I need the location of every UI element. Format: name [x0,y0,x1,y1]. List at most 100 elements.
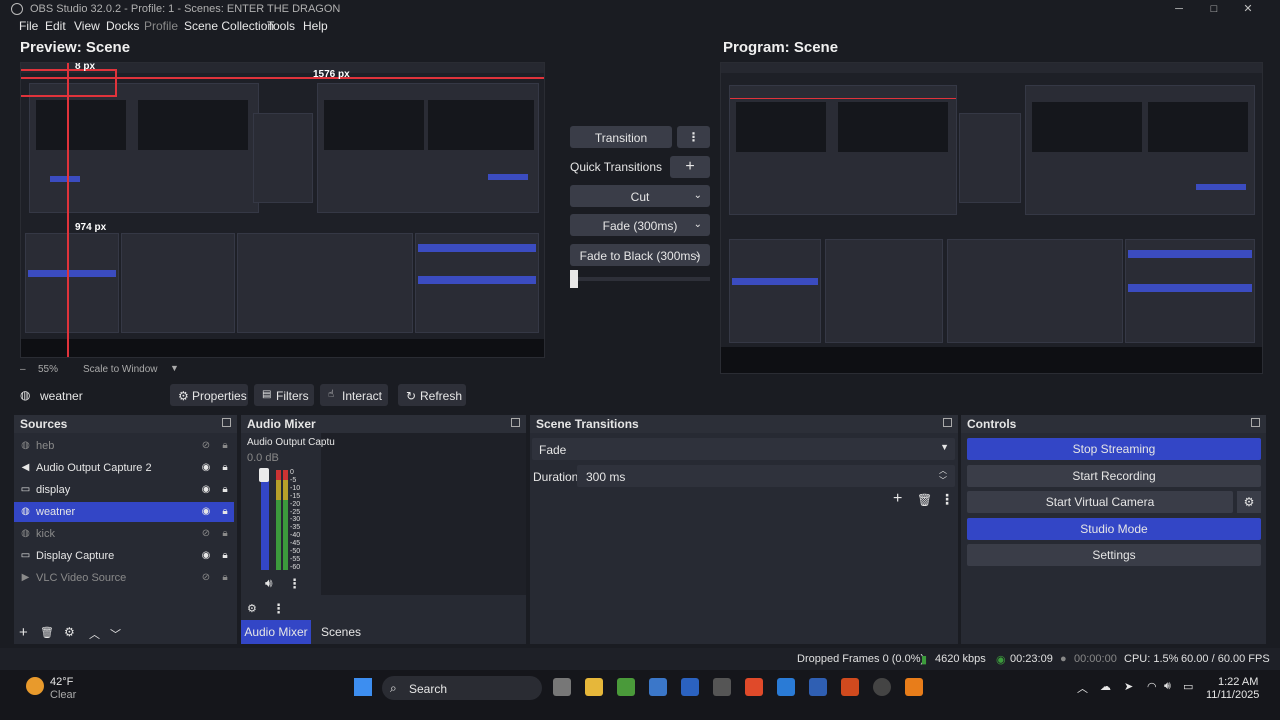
source-item[interactable]: ▶ VLC Video Source ⊘ 🔒︎ [14,568,234,588]
tbar-handle[interactable] [570,270,578,288]
transition-select[interactable]: Fade ▼ [532,438,955,460]
source-item[interactable]: ▭ display ◉ 🔒︎ [14,480,234,500]
transition-options-icon[interactable]: ⋮ [940,491,954,508]
wifi-icon[interactable]: ◠ [1147,680,1157,693]
clock-time[interactable]: 1:22 AM [1218,676,1258,688]
moon-weather-icon [26,677,44,695]
azure-icon[interactable] [809,678,827,696]
menu-edit[interactable]: Edit [45,19,66,33]
settings-button[interactable]: Settings [967,544,1261,566]
source-item[interactable]: ◀ Audio Output Capture 2 ◉ 🔒︎ [14,458,234,478]
tbar-track[interactable] [570,277,710,281]
azure-data-icon[interactable] [681,678,699,696]
nested-scene-transitions [947,239,1123,343]
volume-slider-handle[interactable] [259,468,269,482]
start-recording-button[interactable]: Start Recording [967,465,1261,487]
menu-docks[interactable]: Docks [106,19,139,33]
nested-scene-transitions [237,233,413,333]
obs-taskbar-icon[interactable] [873,678,891,696]
undock-icon[interactable] [511,418,520,427]
add-quick-transition-icon[interactable]: + [670,156,710,178]
tab-audio-mixer[interactable]: Audio Mixer [241,620,311,644]
transition-menu-icon[interactable]: ⋮ [677,126,710,148]
menu-file[interactable]: File [19,19,38,33]
refresh-button[interactable]: ↻ Refresh [398,384,466,406]
brave-browser-icon[interactable] [745,678,763,696]
windows-start-icon[interactable] [354,678,372,696]
speaker-icon: ◀ [21,462,30,473]
cloud-icon[interactable]: ☁ [1100,680,1111,693]
properties-button[interactable]: ⚙ Properties [170,384,248,406]
stop-streaming-button[interactable]: Stop Streaming [967,438,1261,460]
add-transition-icon[interactable]: + [893,490,902,508]
fps: 60.00 / 60.00 FPS [1181,653,1270,665]
menu-scene-collection[interactable]: Scene Collection [184,19,274,33]
trash-icon[interactable]: 🗑︎ [917,493,932,507]
undock-icon[interactable] [943,418,952,427]
menu-tools[interactable]: Tools [267,19,295,33]
app-icon[interactable] [713,678,731,696]
source-item[interactable]: ◍ kick ⊘ 🔒︎ [14,524,234,544]
tray-chevron-up-icon[interactable]: ︿ [1077,680,1088,696]
speaker-icon[interactable]: 🔊︎ [265,576,273,591]
vlc-icon[interactable] [905,678,923,696]
maximize-button[interactable]: □ [1207,2,1221,16]
trash-icon[interactable]: 🗑︎ [40,626,54,639]
undock-icon[interactable] [1251,418,1260,427]
filter-icon: ▤ [262,389,272,400]
minimize-button[interactable]: ─ [1172,2,1186,16]
gear-icon[interactable]: ⚙ [64,625,75,639]
source-item[interactable]: ◍ heb ⊘ 🔒︎ [14,436,234,456]
nested-mixer [121,233,235,333]
source-item-selected[interactable]: ◍ weatner ◉ 🔒︎ [14,502,234,522]
chevron-up-icon[interactable]: ︿ [89,626,100,642]
battery-icon[interactable]: ▭ [1183,680,1193,693]
file-explorer-icon[interactable] [585,678,603,696]
calculator-icon[interactable] [649,678,667,696]
duration-input[interactable]: 300 ms ︿ ﹀ [577,465,955,487]
mixer-settings-icon[interactable]: ⚙ [247,602,257,615]
clock-date[interactable]: 11/11/2025 [1206,689,1259,701]
filters-button[interactable]: ▤ Filters [254,384,314,406]
chevron-down-icon[interactable]: ﹀ [110,626,121,642]
nested-sources [25,233,119,333]
window-title: OBS Studio 32.0.2 - Profile: 1 - Scenes:… [30,3,341,15]
undock-icon[interactable] [222,418,231,427]
interact-button[interactable]: ☝ Interact [320,384,388,406]
transition-button[interactable]: Transition [570,126,672,148]
taskbar-search[interactable]: ⌕ Search [382,676,542,700]
bbox-top [21,69,117,71]
send-icon[interactable]: ➤ [1124,680,1133,693]
add-source-icon[interactable]: + [19,624,28,641]
scale-dropdown-icon[interactable]: ▼ [170,363,179,373]
vscode-icon[interactable] [777,678,795,696]
mixer-options-icon[interactable]: ⋮ [272,601,285,617]
task-view-icon[interactable] [553,678,571,696]
quick-transition-cut[interactable]: Cut ⌄ [570,185,710,207]
preview-canvas[interactable]: 8 px 1576 px 974 px [20,62,545,358]
volume-icon[interactable]: 🔊︎ [1164,680,1171,693]
measure-bottom-label: 974 px [75,222,107,233]
quick-transition-fade[interactable]: Fade (300ms) ⌄ [570,214,710,236]
menu-view[interactable]: View [74,19,100,33]
zoom-level[interactable]: 55% [38,364,58,375]
close-button[interactable]: ✕ [1241,2,1255,16]
virtual-camera-settings-icon[interactable]: ⚙ [1237,491,1261,513]
title-bar: OBS Studio 32.0.2 - Profile: 1 - Scenes:… [0,0,1280,18]
stream-live-icon: ◉ [996,654,1006,666]
quick-transition-fade-black[interactable]: Fade to Black (300ms) ⌄ [570,244,710,266]
lock-icon: 🔒︎ [222,528,228,539]
volume-slider-track[interactable] [261,470,269,570]
nested-controls [1125,239,1255,343]
menu-help[interactable]: Help [303,19,328,33]
menu-profile[interactable]: Profile [144,19,178,33]
tab-scenes[interactable]: Scenes [313,620,369,644]
source-item[interactable]: ▭ Display Capture ◉ 🔒︎ [14,546,234,566]
studio-mode-button[interactable]: Studio Mode [967,518,1261,540]
mixer-menu-icon[interactable]: ⋮ [288,576,301,592]
start-virtual-camera-button[interactable]: Start Virtual Camera [967,491,1233,513]
weather-temp: 42°F [50,676,74,688]
spreadsheet-app-icon[interactable] [617,678,635,696]
brave-icon[interactable] [841,678,859,696]
scale-mode[interactable]: Scale to Window [83,364,157,375]
